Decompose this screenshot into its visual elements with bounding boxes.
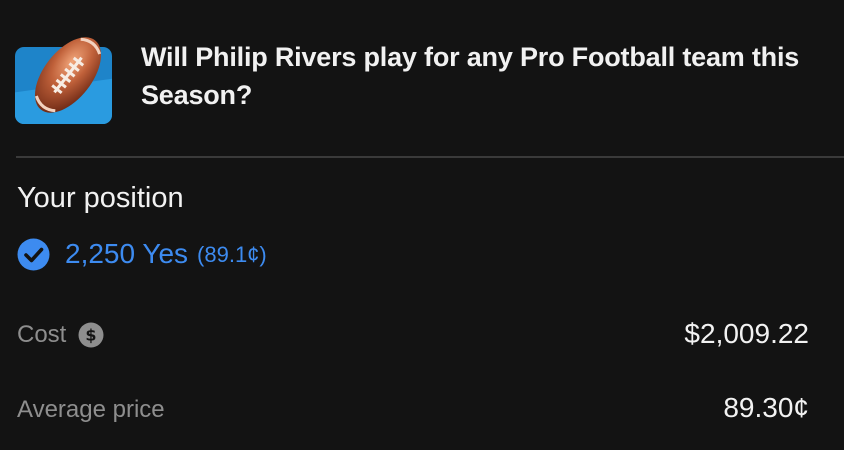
average-price-label-group: Average price	[17, 392, 165, 428]
check-circle-icon	[17, 238, 50, 270]
cost-label: Cost	[17, 321, 67, 348]
position-average-price: (89.1¢)	[197, 242, 267, 267]
market-thumbnail[interactable]	[15, 27, 112, 124]
market-title[interactable]: Will Philip Rivers play for any Pro Foot…	[141, 38, 831, 114]
average-price-value: 89.30¢	[723, 392, 809, 423]
market-header: Will Philip Rivers play for any Pro Foot…	[0, 0, 844, 156]
cost-value: $2,009.22	[684, 318, 809, 349]
football-icon	[34, 37, 102, 113]
svg-text:$: $	[86, 326, 97, 345]
dollar-circle-icon[interactable]: $	[78, 322, 104, 348]
average-price-label: Average price	[17, 396, 165, 423]
position-heading: Your position	[17, 182, 184, 214]
position-summary: 2,250 Yes (89.1¢)	[17, 236, 267, 272]
cost-label-group: Cost $	[17, 317, 104, 353]
position-shares: 2,250 Yes	[65, 238, 189, 269]
section-divider	[16, 156, 844, 158]
